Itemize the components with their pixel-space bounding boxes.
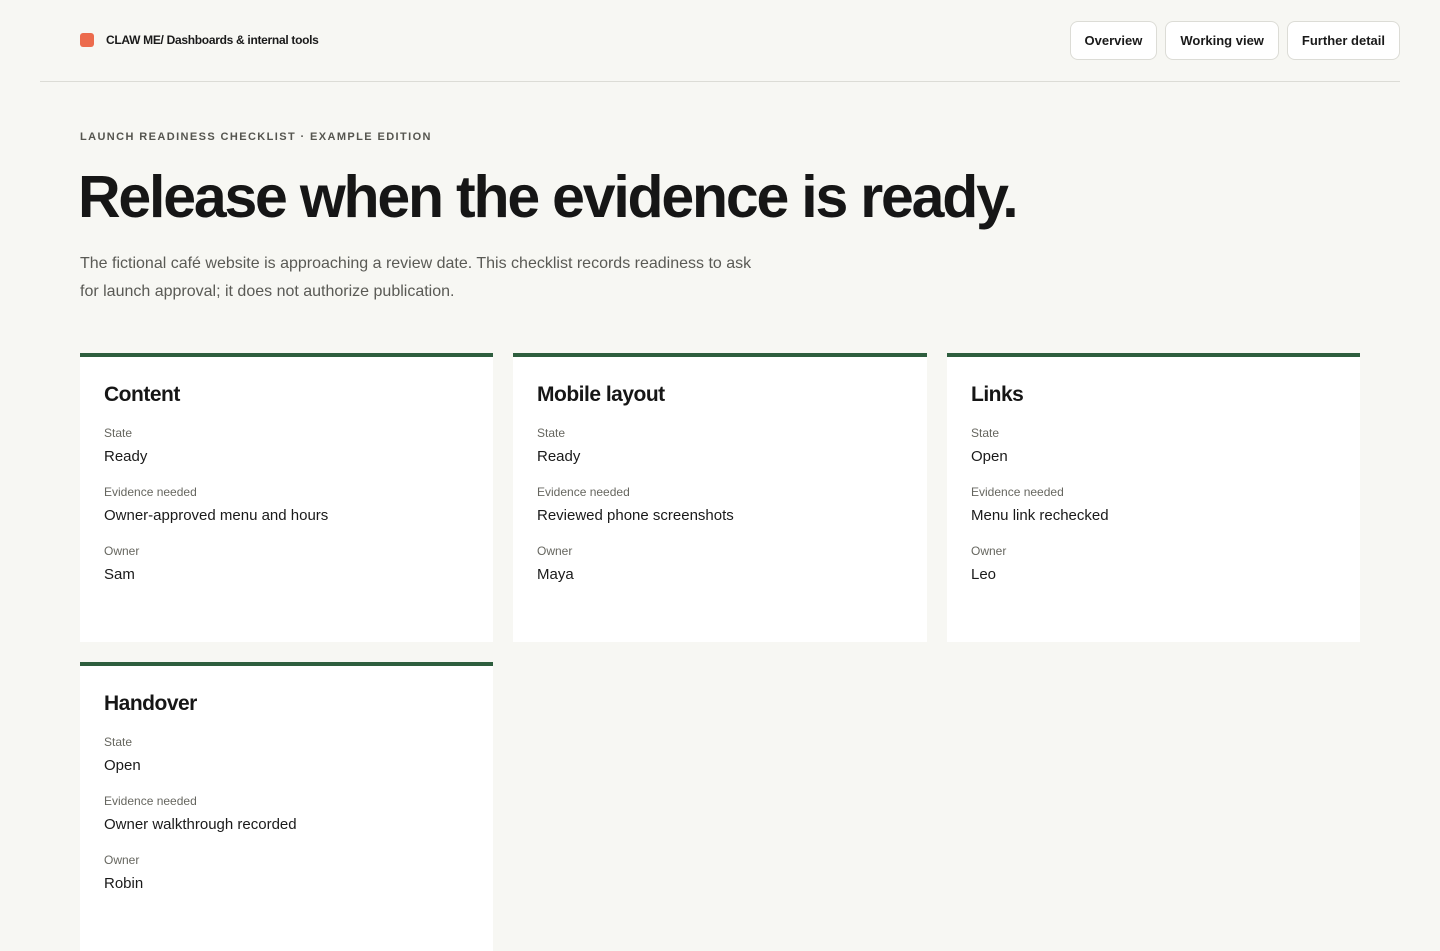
evidence-value: Owner walkthrough recorded [104, 816, 297, 833]
state-label: State [537, 426, 566, 440]
state-value: Ready [537, 448, 581, 465]
evidence-label: Evidence needed [971, 485, 1064, 499]
owner-value: Leo [971, 566, 997, 583]
card-title: Links [971, 383, 1024, 406]
state-value: Open [971, 448, 1008, 465]
owner-label: Owner [104, 853, 140, 867]
brand[interactable]: CLAW ME/ Dashboards & internal tools [80, 33, 319, 47]
owner-value: Sam [104, 566, 135, 583]
owner-label: Owner [537, 544, 573, 558]
checklist-card-links: Links State Open Evidence needed Menu li… [947, 353, 1360, 642]
state-label: State [104, 735, 133, 749]
card-title: Handover [104, 692, 197, 715]
brand-logo-icon [80, 33, 94, 47]
state-value: Ready [104, 448, 148, 465]
checklist-grid: Content State Ready Evidence needed Owne… [80, 353, 1360, 951]
page-title: Release when the evidence is ready. [78, 164, 1019, 230]
top-nav: Overview Working view Further detail [1069, 21, 1400, 60]
owner-value: Maya [537, 566, 574, 583]
state-value: Open [104, 757, 141, 774]
owner-value: Robin [104, 875, 144, 892]
owner-label: Owner [104, 544, 140, 558]
nav-further-detail-button[interactable]: Further detail [1286, 21, 1400, 60]
checklist-card-handover: Handover State Open Evidence needed Owne… [80, 662, 493, 951]
evidence-value: Reviewed phone screenshots [537, 507, 734, 524]
checklist-card-content: Content State Ready Evidence needed Owne… [80, 353, 493, 642]
card-title: Mobile layout [537, 383, 665, 406]
page-description: The fictional café website is approachin… [80, 255, 752, 300]
card-title: Content [104, 383, 180, 406]
evidence-value: Menu link rechecked [971, 507, 1109, 524]
nav-working-view-button[interactable]: Working view [1165, 21, 1279, 60]
evidence-value: Owner-approved menu and hours [104, 507, 329, 524]
checklist-card-mobile-layout: Mobile layout State Ready Evidence neede… [513, 353, 927, 642]
evidence-label: Evidence needed [104, 485, 197, 499]
evidence-label: Evidence needed [537, 485, 630, 499]
brand-name: CLAW ME/ Dashboards & internal tools [106, 33, 319, 47]
top-bar: CLAW ME/ Dashboards & internal tools Ove… [40, 0, 1400, 82]
owner-label: Owner [971, 544, 1007, 558]
evidence-label: Evidence needed [104, 794, 197, 808]
state-label: State [971, 426, 1000, 440]
page-eyebrow: LAUNCH READINESS CHECKLIST · EXAMPLE EDI… [80, 131, 432, 143]
nav-overview-button[interactable]: Overview [1069, 21, 1158, 60]
state-label: State [104, 426, 133, 440]
